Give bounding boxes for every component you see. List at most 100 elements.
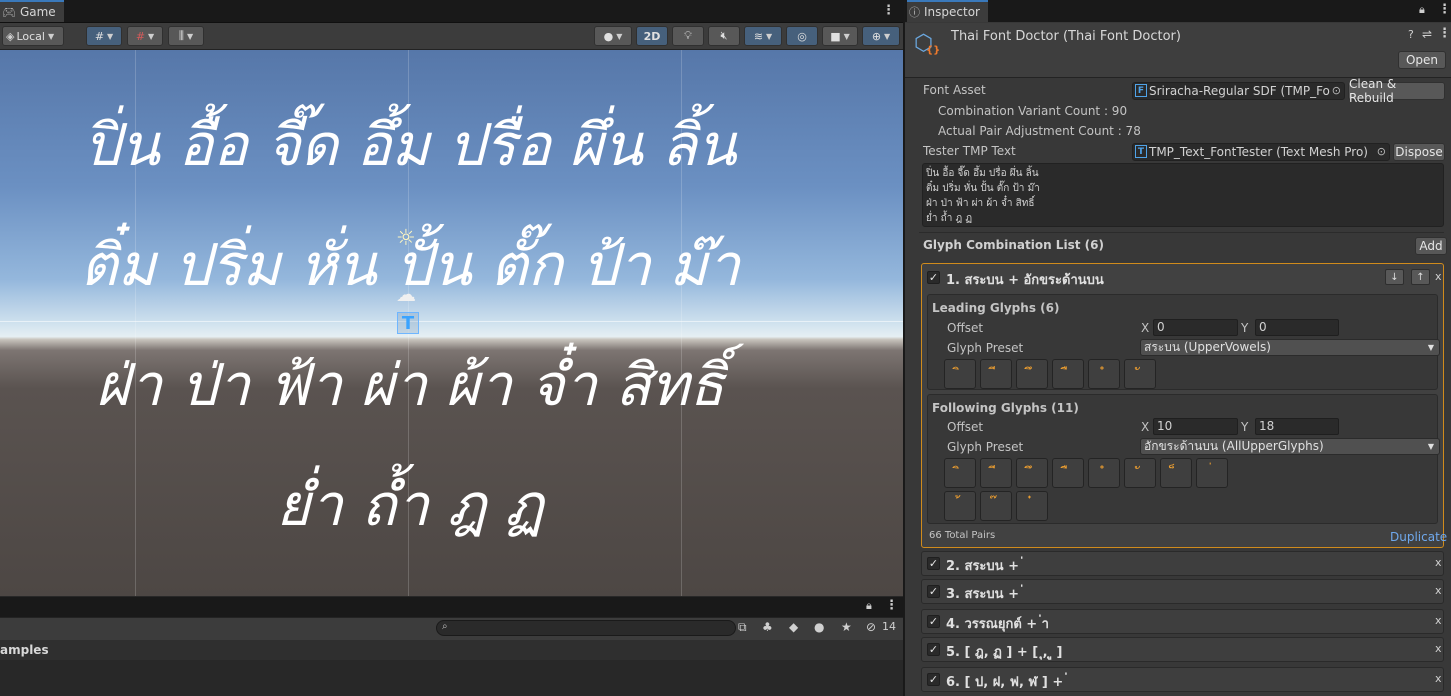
text-gizmo-icon[interactable]: T <box>397 312 419 334</box>
grid-visibility-button[interactable]: # ▼ <box>127 26 163 46</box>
combination-entry-1[interactable]: ✓ 1. สระบน + อักขระด้านบน ↓ ↑ x Leading … <box>921 263 1447 548</box>
settings-sliders-icon[interactable]: ⇌ <box>1422 27 1432 41</box>
inspector-header: ⬡ {} Thai Font Doctor (Thai Font Doctor)… <box>905 23 1451 78</box>
glyph-button[interactable]: ํ <box>1088 458 1120 488</box>
chevron-down-icon: ▼ <box>766 31 773 41</box>
following-preset-dropdown[interactable]: อักขระด้านบน (AllUpperGlyphs) ▼ <box>1140 438 1440 455</box>
pivot-rotation-dropdown[interactable]: ◈ Local ▼ <box>2 26 64 46</box>
open-button[interactable]: Open <box>1398 51 1446 69</box>
lighting-toggle[interactable]: 💡︎ <box>672 26 704 46</box>
remove-entry-button[interactable]: x <box>1435 672 1442 685</box>
remove-entry-button[interactable]: x <box>1435 642 1442 655</box>
clean-rebuild-button[interactable]: Clean & Rebuild <box>1348 77 1445 105</box>
camera-dropdown[interactable]: ■ ▼ <box>822 26 858 46</box>
glyph-button[interactable]: ี <box>980 359 1012 389</box>
combination-entry-4[interactable]: ✓ 4. วรรณยุกต์ + ่า x <box>921 609 1444 634</box>
increment-snap-button[interactable]: ⫼ ▼ <box>168 26 204 46</box>
grid-snapping-button[interactable]: # ▼ <box>86 26 122 46</box>
camera-gizmo-icon[interactable]: ☁ <box>396 282 416 306</box>
tester-field[interactable]: T TMP_Text_FontTester (Text Mesh Pro) ⊙ <box>1132 143 1390 161</box>
entry-enabled-checkbox[interactable]: ✓ <box>927 557 940 570</box>
move-down-button[interactable]: ↓ <box>1385 269 1404 285</box>
combination-entry-6[interactable]: ✓ 6. [ ป, ฝ, ฟ, ฬ ] + ่ x <box>921 667 1444 692</box>
tester-value: TMP_Text_FontTester (Text Mesh Pro) <box>1149 145 1368 159</box>
search-input[interactable]: ⌕ <box>436 620 736 636</box>
tester-textarea[interactable]: ปิ่น อื้อ จี๊ด อึ้ม ปรื่อ ผึ่น ลิ้น ติ๋ม… <box>922 163 1444 227</box>
glyph-button[interactable]: ึ <box>1016 359 1048 389</box>
entry-enabled-checkbox[interactable]: ✓ <box>927 615 940 628</box>
glyph-button[interactable]: ๊ <box>980 491 1012 521</box>
audio-toggle[interactable]: 🔇︎ <box>708 26 740 46</box>
leading-offset-y-input[interactable]: 0 <box>1255 319 1339 336</box>
panel-menu-icon[interactable]: ⋮ <box>885 598 898 613</box>
entry-enabled-checkbox[interactable]: ✓ <box>927 585 940 598</box>
glyph-button[interactable]: ิ <box>944 359 976 389</box>
glyph-button[interactable]: ้ <box>944 491 976 521</box>
remove-entry-button[interactable]: x <box>1435 614 1442 627</box>
glyph-button[interactable]: ั <box>1124 458 1156 488</box>
leading-glyphs-title: Leading Glyphs (6) <box>932 301 1060 315</box>
pivot-rotation-label: Local <box>16 29 45 43</box>
leading-glyphs-panel: Leading Glyphs (6) Offset X 0 Y 0 Glyph … <box>927 294 1440 390</box>
following-preset-label: Glyph Preset <box>947 440 1024 454</box>
remove-entry-button[interactable]: x <box>1435 584 1442 597</box>
light-gizmo-icon[interactable]: ☼ <box>396 226 416 251</box>
scene-visibility-toggle[interactable]: ◎ <box>786 26 818 46</box>
object-picker-icon[interactable]: ⊙ <box>1332 83 1341 99</box>
entry-enabled-checkbox[interactable]: ✓ <box>927 271 940 284</box>
game-tab-menu-icon[interactable]: ⋮ <box>882 3 895 18</box>
glyph-button[interactable]: ๋ <box>1016 491 1048 521</box>
glyph-button[interactable]: ็ <box>1160 458 1192 488</box>
chevron-down-icon: ▼ <box>107 31 114 41</box>
tab-game[interactable]: 🎮︎ Game <box>0 0 64 22</box>
component-menu-icon[interactable]: ⋮ <box>1438 26 1451 41</box>
font-asset-field[interactable]: F Sriracha-Regular SDF (TMP_Fo ⊙ <box>1132 82 1345 100</box>
dispose-button[interactable]: Dispose <box>1393 143 1445 161</box>
dispose-label: Dispose <box>1395 145 1443 159</box>
script-asset-icon: ⬡ {} <box>914 31 941 56</box>
combination-entry-3[interactable]: ✓ 3. สระบน + ่ x <box>921 579 1444 604</box>
help-icon[interactable]: ? <box>1408 28 1414 41</box>
entry-enabled-checkbox[interactable]: ✓ <box>927 643 940 656</box>
scene-viewport[interactable]: ปิ่น อื้อ จี๊ด อึ้ม ปรื่อ ผึ่น ลิ้น ติ๋ม… <box>0 50 903 596</box>
entry-enabled-checkbox[interactable]: ✓ <box>927 673 940 686</box>
remove-entry-button[interactable]: x <box>1435 556 1442 569</box>
log-info-icon[interactable]: ● <box>814 620 824 634</box>
add-button[interactable]: Add <box>1415 237 1447 255</box>
draw-mode-dropdown[interactable]: ● ▼ <box>594 26 632 46</box>
glyph-button[interactable]: ่ <box>1196 458 1228 488</box>
remove-entry-button[interactable]: x <box>1435 270 1442 283</box>
gizmos-dropdown[interactable]: ⊕ ▼ <box>862 26 900 46</box>
tab-inspector[interactable]: ⓘ Inspector <box>907 0 988 22</box>
mode-2d-toggle[interactable]: 2D <box>636 26 668 46</box>
glyph-button[interactable]: ิ <box>944 458 976 488</box>
samples-row[interactable]: amples <box>0 640 903 660</box>
filter-by-type-icon[interactable]: ♣ <box>762 620 773 634</box>
hidden-items-icon[interactable]: ⊘ <box>866 620 876 634</box>
favorite-star-icon[interactable]: ★ <box>841 620 852 634</box>
object-picker-icon[interactable]: ⊙ <box>1377 144 1386 160</box>
glyph-button[interactable]: ี <box>980 458 1012 488</box>
leading-preset-label: Glyph Preset <box>947 341 1024 355</box>
inspector-menu-icon[interactable]: ⋮ <box>1438 2 1451 17</box>
game-tab-label: Game <box>19 5 56 19</box>
duplicate-link[interactable]: Duplicate <box>1390 530 1447 544</box>
glyph-button[interactable]: ื <box>1052 359 1084 389</box>
glyph-button[interactable]: ึ <box>1016 458 1048 488</box>
following-offset-y-input[interactable]: 18 <box>1255 418 1339 435</box>
glyph-button[interactable]: ํ <box>1088 359 1120 389</box>
combination-entry-2[interactable]: ✓ 2. สระบน + ่ x <box>921 551 1444 576</box>
shading-sphere-icon: ● <box>603 29 614 43</box>
following-offset-x-input[interactable]: 10 <box>1153 418 1238 435</box>
glyph-button[interactable]: ั <box>1124 359 1156 389</box>
move-up-button[interactable]: ↑ <box>1411 269 1430 285</box>
effects-dropdown[interactable]: ≋ ▼ <box>744 26 782 46</box>
leading-offset-x-input[interactable]: 0 <box>1153 319 1238 336</box>
label-icon[interactable]: ◆ <box>789 620 798 634</box>
lock-icon[interactable]: 🔒︎ <box>1419 3 1425 17</box>
search-by-type-icon[interactable]: ⧉ <box>738 620 747 635</box>
glyph-button[interactable]: ื <box>1052 458 1084 488</box>
lock-icon[interactable]: 🔒︎ <box>866 599 872 613</box>
leading-preset-dropdown[interactable]: สระบน (UpperVowels) ▼ <box>1140 339 1440 356</box>
combination-entry-5[interactable]: ✓ 5. [ ฎ, ฏ ] + [ ุ, ู ] x <box>921 637 1444 662</box>
